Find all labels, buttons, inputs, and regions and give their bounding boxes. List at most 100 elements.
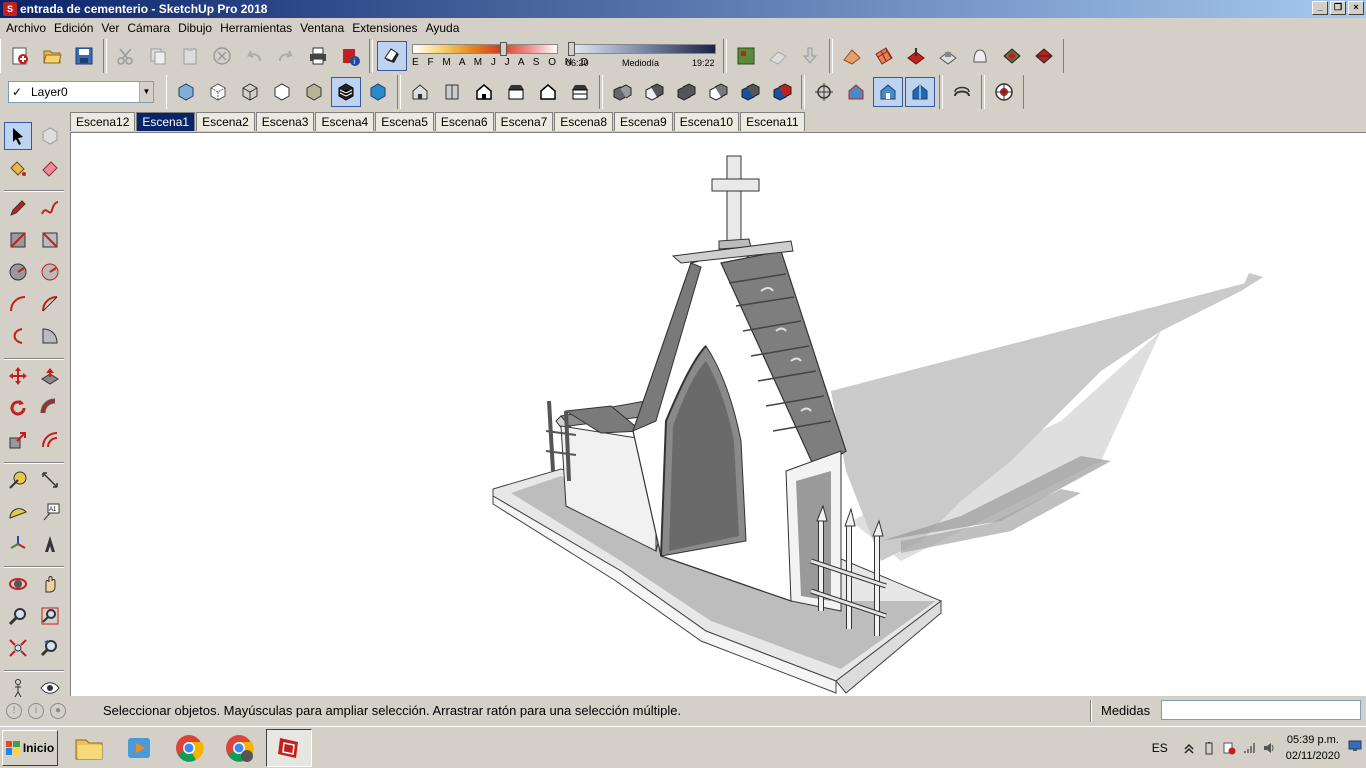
paint-bucket-tool[interactable]	[4, 154, 32, 182]
sketchup-app-icon[interactable]: S	[3, 2, 17, 16]
minimize-button[interactable]: _	[1312, 1, 1328, 15]
scene-tab[interactable]: Escena7	[494, 112, 554, 131]
iso-view-button[interactable]	[405, 77, 435, 107]
close-button[interactable]: ×	[1348, 1, 1364, 15]
paste-button[interactable]	[175, 41, 205, 71]
scene-tab[interactable]: Escena2	[196, 112, 255, 131]
display-section-fill-button[interactable]	[905, 77, 935, 107]
zoom-tool[interactable]	[4, 602, 32, 630]
measurements-input[interactable]	[1161, 700, 1361, 720]
time-slider-thumb[interactable]	[568, 42, 575, 56]
taskbar-file-explorer[interactable]	[66, 729, 112, 767]
layer-dropdown[interactable]: ✓ Layer0 ▼	[8, 81, 154, 103]
cut-button[interactable]	[111, 41, 141, 71]
eraser-tool[interactable]	[36, 154, 64, 182]
3d-warehouse-button[interactable]	[947, 77, 977, 107]
orbit-tool[interactable]	[4, 570, 32, 598]
scene-tab[interactable]: Escena11	[740, 112, 805, 131]
language-indicator[interactable]: ES	[1152, 741, 1168, 755]
scene-tab[interactable]: Escena9	[614, 112, 673, 131]
3d-text-tool[interactable]	[36, 530, 64, 558]
shaded-button[interactable]	[299, 77, 329, 107]
intersect-button[interactable]	[639, 77, 669, 107]
add-location-button[interactable]	[731, 41, 761, 71]
wireframe-button[interactable]	[235, 77, 265, 107]
extension-warehouse-button[interactable]	[989, 77, 1019, 107]
geolocation-status-icon[interactable]: !	[6, 703, 22, 719]
rectangle-tool[interactable]	[4, 226, 32, 254]
rotated-rectangle-tool[interactable]	[36, 226, 64, 254]
add-detail-button[interactable]	[997, 41, 1027, 71]
pie-tool[interactable]	[36, 322, 64, 350]
line-tool[interactable]	[4, 194, 32, 222]
open-file-button[interactable]	[37, 41, 67, 71]
copy-button[interactable]	[143, 41, 173, 71]
right-view-button[interactable]	[501, 77, 531, 107]
scene-tab[interactable]: Escena8	[554, 112, 613, 131]
union-button[interactable]	[671, 77, 701, 107]
drawing-area[interactable]	[70, 132, 1366, 696]
sandbox-contours-button[interactable]	[837, 41, 867, 71]
scene-tab[interactable]: Escena3	[255, 112, 315, 131]
taskbar-clock[interactable]: 05:39 p.m. 02/11/2020	[1286, 732, 1340, 764]
top-view-button[interactable]	[437, 77, 467, 107]
scene-tab[interactable]: Escena12	[70, 112, 136, 131]
section-plane-button[interactable]	[809, 77, 839, 107]
menu-archivo[interactable]: Archivo	[2, 21, 50, 35]
follow-me-tool[interactable]	[36, 394, 64, 422]
make-component-tool[interactable]	[36, 122, 64, 150]
date-slider-thumb[interactable]	[500, 42, 507, 56]
scene-tab[interactable]: Escena4	[315, 112, 375, 131]
circle-tool[interactable]	[4, 258, 32, 286]
shaded-textures-button[interactable]	[331, 77, 361, 107]
arc-tool[interactable]	[4, 290, 32, 318]
rotate-tool[interactable]	[4, 394, 32, 422]
two-point-arc-tool[interactable]	[36, 290, 64, 318]
flip-edge-button[interactable]	[1029, 41, 1059, 71]
menu-camara[interactable]: Cámara	[123, 21, 174, 35]
previous-view-tool[interactable]	[36, 634, 64, 662]
pan-tool[interactable]	[36, 570, 64, 598]
dimension-tool[interactable]	[36, 466, 64, 494]
hidden-line-button[interactable]	[267, 77, 297, 107]
trim-button[interactable]	[735, 77, 765, 107]
axes-tool[interactable]	[4, 530, 32, 558]
display-section-planes-button[interactable]	[841, 77, 871, 107]
erase-button[interactable]	[207, 41, 237, 71]
smoove-button[interactable]	[901, 41, 931, 71]
stamp-button[interactable]	[933, 41, 963, 71]
monochrome-button[interactable]	[363, 77, 393, 107]
user-account-icon[interactable]: ●	[50, 703, 66, 719]
undo-button[interactable]	[239, 41, 269, 71]
menu-ventana[interactable]: Ventana	[296, 21, 348, 35]
sandbox-scratch-button[interactable]	[869, 41, 899, 71]
toggle-shadows-button[interactable]	[377, 41, 407, 71]
freehand-tool[interactable]	[36, 194, 64, 222]
shadow-time-slider[interactable]	[568, 44, 716, 54]
menu-ver[interactable]: Ver	[97, 21, 123, 35]
outer-shell-button[interactable]	[607, 77, 637, 107]
menu-extensiones[interactable]: Extensiones	[348, 21, 421, 35]
volume-speaker-icon[interactable]	[1262, 741, 1276, 755]
tape-measure-tool[interactable]	[4, 466, 32, 494]
taskbar-sketchup[interactable]	[266, 728, 312, 767]
left-view-button[interactable]	[565, 77, 595, 107]
menu-edicion[interactable]: Edición	[50, 21, 97, 35]
show-desktop-icon[interactable]	[1348, 740, 1362, 752]
zoom-window-tool[interactable]	[36, 602, 64, 630]
scene-tab[interactable]: Escena10	[673, 112, 740, 131]
scene-tab[interactable]: Escena5	[375, 112, 434, 131]
toggle-terrain-button[interactable]	[763, 41, 793, 71]
show-hidden-icons-chevron-icon[interactable]	[1182, 741, 1196, 755]
front-view-button[interactable]	[469, 77, 499, 107]
scale-tool[interactable]	[4, 426, 32, 454]
new-file-button[interactable]	[5, 41, 35, 71]
network-signal-icon[interactable]	[1242, 741, 1256, 755]
polygon-tool[interactable]	[36, 258, 64, 286]
subtract-button[interactable]	[703, 77, 733, 107]
redo-button[interactable]	[271, 41, 301, 71]
menu-dibujo[interactable]: Dibujo	[174, 21, 216, 35]
scene-tab[interactable]: Escena6	[434, 112, 494, 131]
menu-herramientas[interactable]: Herramientas	[216, 21, 296, 35]
action-center-alert-icon[interactable]	[1222, 741, 1236, 755]
